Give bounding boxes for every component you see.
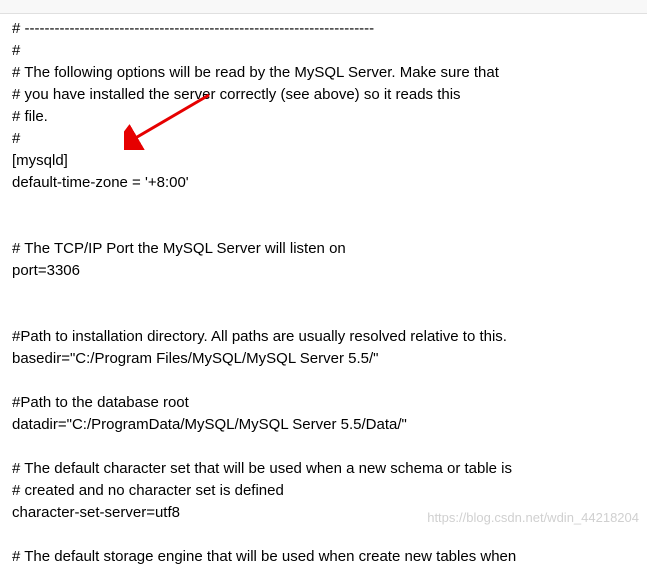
config-line — [12, 436, 647, 458]
config-line — [12, 282, 647, 304]
config-line: # --------------------------------------… — [12, 18, 647, 40]
config-line — [12, 216, 647, 238]
config-line: # you have installed the server correctl… — [12, 84, 647, 106]
config-file-content: # --------------------------------------… — [0, 14, 647, 568]
config-line: # created and no character set is define… — [12, 480, 647, 502]
config-line — [12, 304, 647, 326]
config-line: # The following options will be read by … — [12, 62, 647, 84]
config-line: # file. — [12, 106, 647, 128]
config-line-timezone: default-time-zone = '+8:00' — [12, 172, 647, 194]
config-line — [12, 524, 647, 546]
config-line: # — [12, 40, 647, 62]
config-line-port: port=3306 — [12, 260, 647, 282]
config-line: #Path to the database root — [12, 392, 647, 414]
top-toolbar-fragment — [0, 0, 647, 14]
config-line: # The default character set that will be… — [12, 458, 647, 480]
config-line: # — [12, 128, 647, 150]
config-line: # The default storage engine that will b… — [12, 546, 647, 568]
config-line: #Path to installation directory. All pat… — [12, 326, 647, 348]
config-line-basedir: basedir="C:/Program Files/MySQL/MySQL Se… — [12, 348, 647, 370]
config-line — [12, 194, 647, 216]
config-line: # The TCP/IP Port the MySQL Server will … — [12, 238, 647, 260]
config-line — [12, 370, 647, 392]
config-line-mysqld-section: [mysqld] — [12, 150, 647, 172]
config-line-datadir: datadir="C:/ProgramData/MySQL/MySQL Serv… — [12, 414, 647, 436]
watermark-text: https://blog.csdn.net/wdin_44218204 — [427, 510, 639, 525]
